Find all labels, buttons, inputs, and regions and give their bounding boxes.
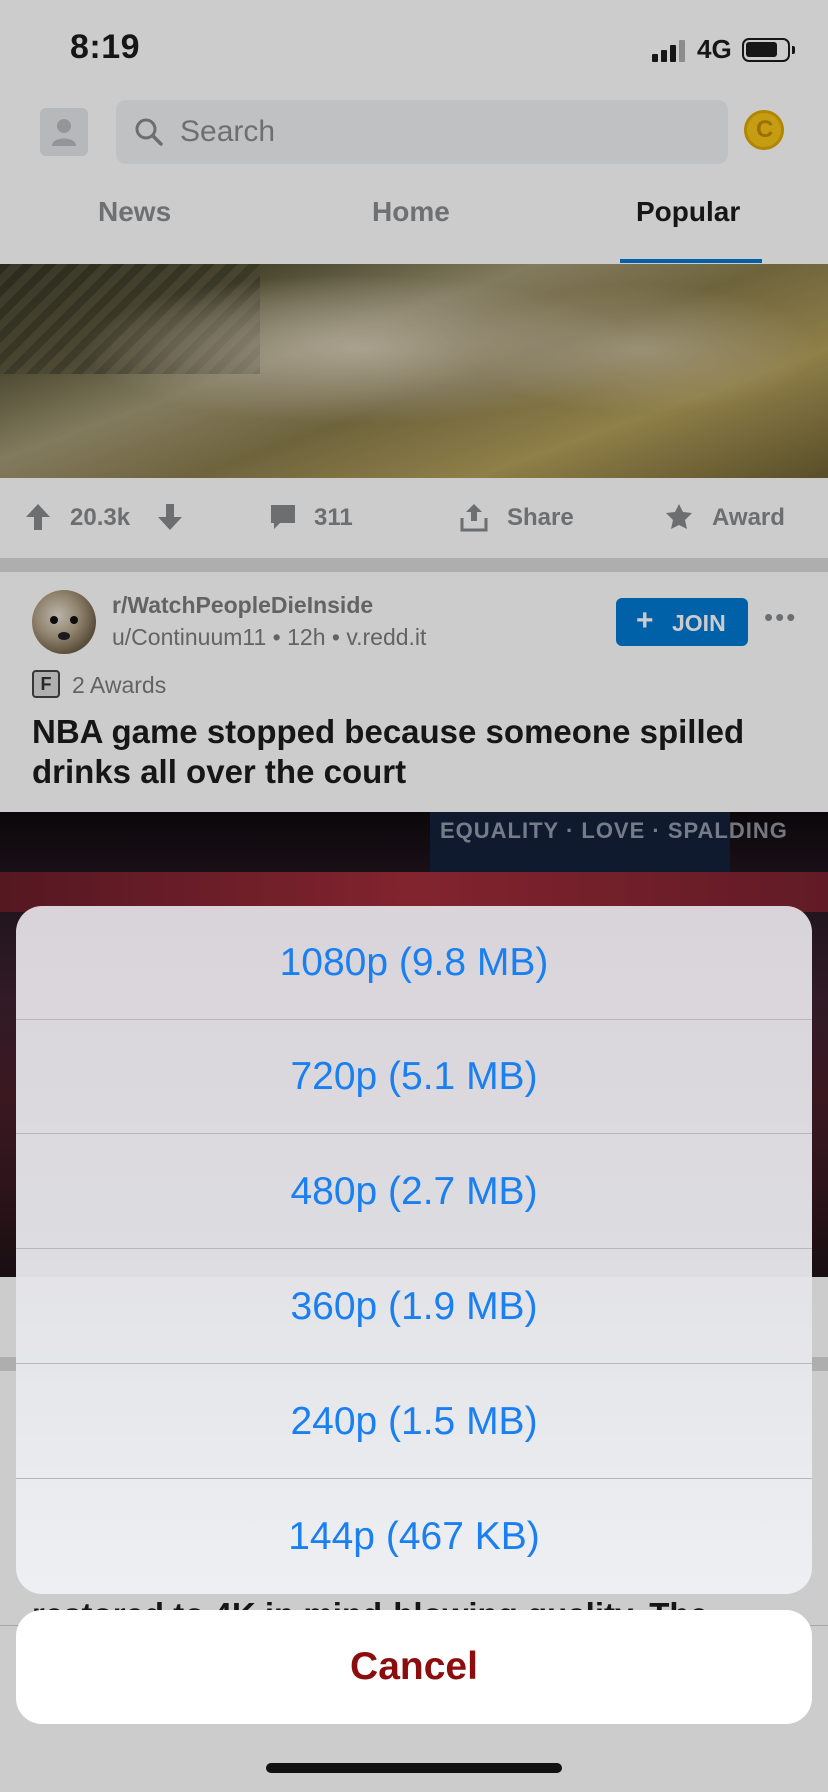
cancel-button[interactable]: Cancel [16,1610,812,1724]
quality-option-480p[interactable]: 480p (2.7 MB) [16,1135,812,1249]
video-quality-action-sheet: 1080p (9.8 MB) 720p (5.1 MB) 480p (2.7 M… [16,906,812,1594]
quality-option-1080p[interactable]: 1080p (9.8 MB) [16,906,812,1020]
quality-option-360p[interactable]: 360p (1.9 MB) [16,1250,812,1364]
quality-option-720p[interactable]: 720p (5.1 MB) [16,1020,812,1134]
reddit-feed-page: 8:19 4G C News Home Popu [0,0,828,1792]
quality-option-240p[interactable]: 240p (1.5 MB) [16,1365,812,1479]
quality-option-144p[interactable]: 144p (467 KB) [16,1480,812,1594]
home-indicator[interactable] [266,1763,562,1773]
